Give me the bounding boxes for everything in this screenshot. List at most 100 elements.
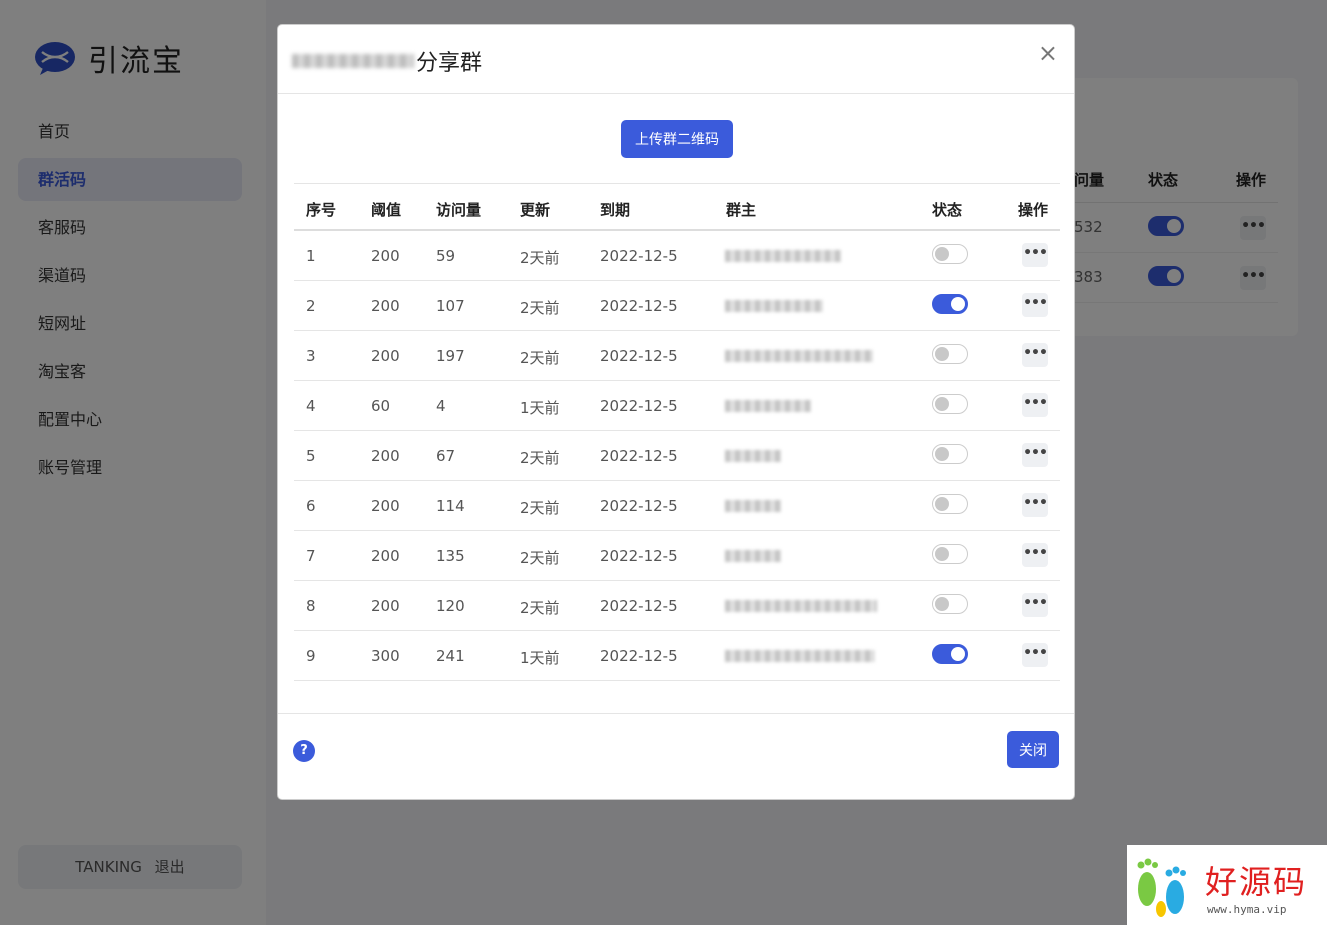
row-index: 7	[306, 547, 316, 565]
redacted-owner	[725, 250, 841, 262]
table-row: 6 200 114 2天前 2022-12-5 •••	[294, 481, 1060, 531]
row-visits: 107	[436, 297, 465, 315]
more-actions-button[interactable]: •••	[1022, 293, 1048, 317]
modal-footer: ? 关闭	[278, 713, 1074, 800]
row-index: 3	[306, 347, 316, 365]
row-index: 1	[306, 247, 316, 265]
status-toggle[interactable]	[932, 444, 968, 464]
close-icon[interactable]: ×	[1038, 41, 1058, 65]
row-expires: 2022-12-5	[600, 347, 678, 365]
row-updated: 2天前	[520, 449, 560, 467]
more-actions-button[interactable]: •••	[1022, 543, 1048, 567]
table-row: 9 300 241 1天前 2022-12-5 •••	[294, 631, 1060, 681]
status-toggle[interactable]	[932, 394, 968, 414]
row-updated: 1天前	[520, 399, 560, 417]
row-visits: 67	[436, 447, 456, 465]
row-visits: 114	[436, 497, 465, 515]
table-row: 2 200 107 2天前 2022-12-5 •••	[294, 281, 1060, 331]
modal-header: 分享群 ×	[278, 25, 1074, 94]
redacted-owner	[725, 400, 811, 412]
redacted-owner	[725, 550, 781, 562]
redacted-group-name	[292, 54, 414, 68]
group-table: 序号 阈值 访问量 更新 到期 群主 状态 操作 1 200 59 2天前 2022-1…	[294, 183, 1060, 681]
row-expires: 2022-12-5	[600, 397, 678, 415]
col-visits: 访问量	[436, 201, 482, 219]
row-index: 4	[306, 397, 316, 415]
row-index: 5	[306, 447, 316, 465]
table-row: 5 200 67 2天前 2022-12-5 •••	[294, 431, 1060, 481]
help-icon[interactable]: ?	[293, 740, 315, 762]
redacted-owner	[725, 300, 823, 312]
table-header: 序号 阈值 访问量 更新 到期 群主 状态 操作	[294, 183, 1060, 231]
redacted-owner	[725, 600, 877, 612]
row-visits: 135	[436, 547, 465, 565]
col-owner: 群主	[726, 201, 757, 219]
modal-title: 分享群	[292, 45, 482, 77]
more-actions-button[interactable]: •••	[1022, 443, 1048, 467]
watermark-url: www.hyma.vip	[1207, 903, 1287, 916]
more-actions-button[interactable]: •••	[1022, 343, 1048, 367]
row-expires: 2022-12-5	[600, 297, 678, 315]
watermark-text: 好源码	[1205, 863, 1308, 901]
row-expires: 2022-12-5	[600, 247, 678, 265]
status-toggle[interactable]	[932, 594, 968, 614]
table-row: 1 200 59 2天前 2022-12-5 •••	[294, 231, 1060, 281]
row-threshold: 60	[371, 397, 391, 415]
row-visits: 59	[436, 247, 456, 265]
more-actions-button[interactable]: •••	[1022, 243, 1048, 267]
redacted-owner	[725, 650, 875, 662]
table-row: 8 200 120 2天前 2022-12-5 •••	[294, 581, 1060, 631]
watermark: 好源码 www.hyma.vip	[1127, 845, 1327, 925]
row-index: 8	[306, 597, 316, 615]
row-threshold: 200	[371, 547, 400, 565]
table-row: 4 60 4 1天前 2022-12-5 •••	[294, 381, 1060, 431]
row-updated: 2天前	[520, 499, 560, 517]
col-index: 序号	[306, 201, 337, 219]
row-threshold: 200	[371, 597, 400, 615]
row-threshold: 200	[371, 347, 400, 365]
row-updated: 2天前	[520, 549, 560, 567]
status-toggle[interactable]	[932, 344, 968, 364]
row-index: 6	[306, 497, 316, 515]
table-row: 3 200 197 2天前 2022-12-5 •••	[294, 331, 1060, 381]
col-updated: 更新	[520, 201, 551, 219]
row-expires: 2022-12-5	[600, 647, 678, 665]
upload-qrcode-button[interactable]: 上传群二维码	[621, 120, 733, 158]
row-updated: 2天前	[520, 349, 560, 367]
col-status: 状态	[932, 201, 963, 219]
more-actions-button[interactable]: •••	[1022, 593, 1048, 617]
row-threshold: 200	[371, 297, 400, 315]
modal-title-text: 分享群	[416, 51, 483, 76]
row-updated: 2天前	[520, 599, 560, 617]
status-toggle[interactable]	[932, 494, 968, 514]
row-updated: 1天前	[520, 649, 560, 667]
row-visits: 197	[436, 347, 465, 365]
status-toggle[interactable]	[932, 244, 968, 264]
table-row: 7 200 135 2天前 2022-12-5 •••	[294, 531, 1060, 581]
row-threshold: 200	[371, 497, 400, 515]
redacted-owner	[725, 500, 781, 512]
row-expires: 2022-12-5	[600, 447, 678, 465]
row-updated: 2天前	[520, 299, 560, 317]
row-expires: 2022-12-5	[600, 597, 678, 615]
row-updated: 2天前	[520, 249, 560, 267]
status-toggle[interactable]	[932, 294, 968, 314]
row-visits: 120	[436, 597, 465, 615]
col-expires: 到期	[600, 201, 631, 219]
row-threshold: 200	[371, 447, 400, 465]
row-threshold: 200	[371, 247, 400, 265]
footprints-logo-icon	[1137, 858, 1186, 917]
redacted-owner	[725, 450, 781, 462]
redacted-owner	[725, 350, 873, 362]
status-toggle[interactable]	[932, 644, 968, 664]
col-actions: 操作	[1018, 201, 1049, 219]
more-actions-button[interactable]: •••	[1022, 393, 1048, 417]
row-expires: 2022-12-5	[600, 547, 678, 565]
status-toggle[interactable]	[932, 544, 968, 564]
close-button[interactable]: 关闭	[1007, 731, 1059, 768]
more-actions-button[interactable]: •••	[1022, 493, 1048, 517]
row-index: 9	[306, 647, 316, 665]
row-index: 2	[306, 297, 316, 315]
more-actions-button[interactable]: •••	[1022, 643, 1048, 667]
col-threshold: 阈值	[371, 201, 402, 219]
